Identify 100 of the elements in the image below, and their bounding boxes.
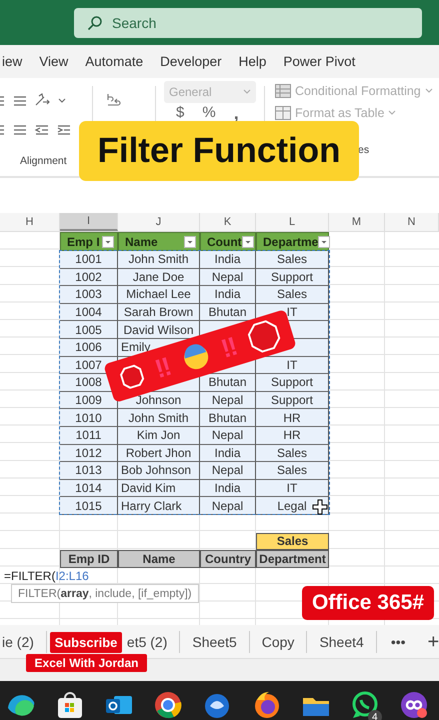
table-cell: John Smith — [118, 251, 200, 269]
column-title: Count — [207, 234, 242, 248]
table-cell: Sales — [256, 251, 329, 269]
caret-icon — [243, 89, 251, 95]
table-cell: 1004 — [60, 304, 118, 322]
column-title: Emp ID — [60, 550, 118, 568]
sheet-tab[interactable]: Copy — [250, 630, 308, 652]
column-title: Country — [200, 550, 256, 568]
column-header[interactable]: J — [118, 213, 200, 231]
column-header[interactable]: I — [60, 213, 118, 231]
table-cell: 1012 — [60, 444, 118, 462]
caret-icon[interactable] — [58, 98, 66, 104]
formula-text[interactable]: =FILTER(I2:L16 — [4, 569, 89, 584]
ribbon-tab[interactable]: Automate — [85, 54, 144, 69]
chat-icon[interactable] — [350, 690, 380, 720]
table-cell: 1001 — [60, 251, 118, 269]
table-cell: Bob Johnson — [118, 462, 200, 480]
ribbon-tab[interactable]: Help — [238, 54, 266, 69]
ribbon-tab[interactable]: iew — [2, 54, 22, 69]
table-cell: Nepal — [200, 268, 256, 286]
table-cell: David Wilson — [118, 321, 200, 339]
table-cell: David Kim — [118, 480, 200, 498]
align-icon[interactable] — [12, 123, 28, 137]
column-header[interactable]: N — [385, 213, 439, 231]
ribbon-tab[interactable]: Developer — [160, 54, 222, 69]
sheet-tab[interactable]: Sheet4 — [307, 630, 377, 652]
table-cell: Nepal — [200, 392, 256, 410]
table-cell: India — [200, 480, 256, 498]
table-cell: 1003 — [60, 286, 118, 304]
column-header[interactable]: M — [329, 213, 385, 231]
indent-icon[interactable] — [34, 123, 50, 137]
table-cell: India — [200, 251, 256, 269]
subscribe-label: Subscribe — [50, 632, 122, 653]
sheet-tab[interactable]: Sheet5 — [180, 630, 250, 652]
infinity-icon[interactable] — [399, 690, 430, 720]
align-icon[interactable] — [0, 94, 6, 108]
channel-label: Excel With Jordan — [26, 654, 147, 672]
stop-sign-icon — [118, 363, 146, 391]
table-cell: Sales — [256, 444, 329, 462]
group-label: Alignment — [20, 155, 67, 167]
table-cell: Support — [256, 268, 329, 286]
column-title: Name — [125, 234, 158, 248]
table-cell: Michael Lee — [118, 286, 200, 304]
column-header[interactable]: L — [256, 213, 329, 231]
table-cell: Kim Jon — [118, 426, 200, 445]
table-cell: Sales — [256, 286, 329, 304]
column-header[interactable]: K — [200, 213, 256, 231]
table-cell: Robert Jhon — [118, 444, 200, 462]
table-cell: Nepal — [200, 462, 256, 480]
function-tooltip: FILTER(array, include, [if_empty]) — [11, 584, 199, 603]
caret-icon — [388, 110, 396, 116]
title-banner: Filter Function — [79, 121, 359, 181]
table-cell: Sarah Brown — [118, 304, 200, 322]
number-format-button[interactable]: $ — [176, 105, 184, 121]
office-badge: Office 365# — [302, 586, 434, 620]
notification-badge: 4 — [368, 710, 382, 720]
filter-dropdown-button[interactable] — [242, 236, 254, 248]
align-icon[interactable] — [12, 94, 28, 108]
filter-dropdown-button[interactable] — [318, 236, 330, 248]
table-cell: 1005 — [60, 321, 118, 339]
table-cell: Sales — [256, 462, 329, 480]
add-sheet-button[interactable]: + — [420, 630, 439, 652]
sheet-tab[interactable]: ie (2) — [0, 630, 47, 652]
table-cell: 1015 — [60, 497, 118, 515]
more-sheets-button[interactable]: ••• — [376, 630, 420, 652]
search-icon — [87, 14, 103, 30]
indent-icon[interactable] — [56, 123, 72, 137]
table-cell: 1014 — [60, 480, 118, 498]
ribbon-tab[interactable]: View — [39, 54, 68, 69]
exclamation-mark: ‼ — [218, 332, 241, 362]
search-field[interactable]: Search — [74, 8, 422, 38]
table-icon — [275, 106, 291, 120]
table-cell: Bhutan — [200, 304, 256, 322]
column-title: Departme — [263, 234, 318, 248]
sheet-tab[interactable]: et5 (2) — [126, 630, 180, 652]
table-cell: Support — [256, 392, 329, 410]
table-cell: 1006 — [60, 338, 118, 357]
table-cell: Bhutan — [200, 409, 256, 427]
table-cell: 1002 — [60, 268, 118, 286]
table-cell: India — [200, 286, 256, 304]
table-cell: Nepal — [200, 426, 256, 445]
caret-icon — [424, 88, 433, 94]
table-cell: IT — [256, 480, 329, 498]
number-format-button[interactable]: % — [202, 105, 216, 121]
ring-icon[interactable] — [153, 690, 184, 720]
grid-icon — [275, 84, 291, 98]
table-cell: John Smith — [118, 409, 200, 427]
align-icon[interactable] — [0, 123, 6, 137]
filter-dropdown-button[interactable] — [102, 236, 114, 248]
filter-dropdown-button[interactable] — [184, 236, 196, 248]
column-title: Emp I — [67, 234, 100, 248]
table-cell: 1010 — [60, 409, 118, 427]
table-cell: Nepal — [200, 497, 256, 515]
column-title: Department — [256, 550, 329, 568]
cursor-icon — [312, 499, 328, 515]
table-cell: Harry Clark — [118, 497, 200, 515]
ribbon-tab[interactable]: Power Pivot — [283, 54, 356, 69]
table-cell: Sales — [256, 532, 329, 550]
table-cell: 1009 — [60, 392, 118, 410]
table-cell: Bhutan — [200, 374, 256, 392]
